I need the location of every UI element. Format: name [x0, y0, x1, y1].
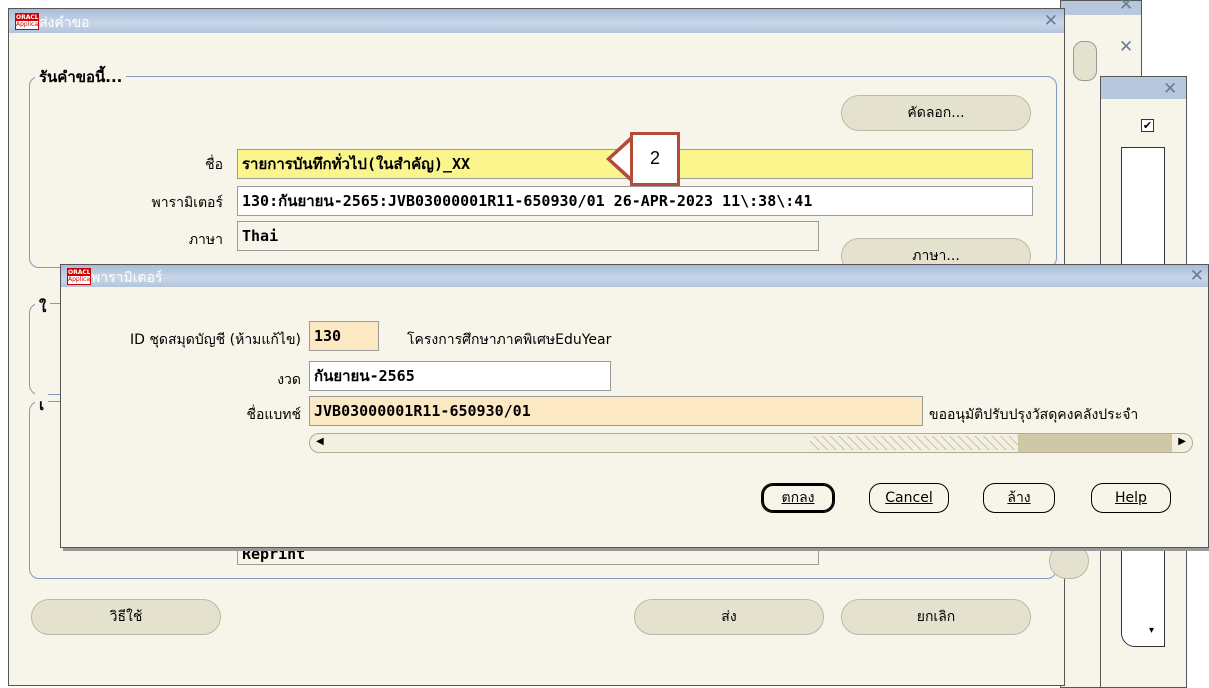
copy-button[interactable]: คัดลอก... — [841, 95, 1031, 131]
submit-button[interactable]: ส่ง — [634, 599, 824, 635]
help-button[interactable]: วิธีใช้ — [31, 599, 221, 635]
logo-text-bottom: Applications — [68, 276, 91, 283]
parameters-dialog: ORACLE Applications พารามิเตอร์ ✕ ID ชุด… — [60, 264, 1209, 548]
scroll-left-icon[interactable]: ◀ — [316, 436, 324, 447]
group-2-legend: ใ — [35, 295, 51, 319]
params-label: พารามิเตอร์ — [151, 195, 223, 211]
ledger-id-field: 130 — [309, 321, 379, 351]
callout-arrow-inner — [611, 140, 632, 178]
dialog-title: พารามิเตอร์ — [91, 270, 163, 286]
ok-label: ตกลง — [781, 490, 815, 506]
dialog-cancel-button[interactable]: Cancel — [869, 483, 949, 513]
logo-text-top: ORACLE — [68, 269, 91, 276]
close-icon[interactable]: ✕ — [1119, 37, 1133, 57]
group-3-legend: เ — [35, 393, 49, 417]
dialog-title-bar: ORACLE Applications พารามิเตอร์ ✕ — [61, 265, 1208, 287]
run-request-legend: รันคำขอนี้... — [35, 65, 127, 89]
close-icon[interactable]: ✕ — [1190, 266, 1204, 286]
close-icon[interactable]: ✕ — [1163, 79, 1177, 99]
logo-text-top: ORACLE — [16, 14, 39, 21]
chevron-down-icon[interactable]: ▾ — [1149, 625, 1154, 636]
dialog-cancel-label: Cancel — [885, 490, 933, 506]
close-icon[interactable]: ✕ — [1119, 0, 1133, 15]
batch-name-field[interactable]: JVB03000001R11-650930/01 — [309, 396, 923, 426]
ledger-label: ID ชุดสมุดบัญชี (ห้ามแก้ไข) — [130, 332, 301, 348]
batch-label: ชื่อแบทช์ — [246, 407, 301, 423]
clear-button[interactable]: ล้าง — [983, 483, 1055, 513]
oracle-logo: ORACLE Applications — [15, 13, 39, 30]
ledger-description: โครงการศึกษาภาคพิเศษEduYear — [407, 332, 612, 348]
dialog-help-label: Help — [1115, 490, 1147, 506]
ok-button[interactable]: ตกลง — [761, 483, 835, 513]
hidden-button[interactable] — [1049, 543, 1089, 579]
name-label: ชื่อ — [205, 157, 223, 173]
scrollbar-track-filled — [1018, 434, 1172, 452]
params-field[interactable]: 130:กันยายน-2565:JVB03000001R11-650930/0… — [237, 186, 1033, 216]
checkbox[interactable]: ✔ — [1141, 119, 1154, 132]
horizontal-scrollbar[interactable]: ◀ ▶ — [309, 433, 1193, 453]
close-icon[interactable]: ✕ — [1044, 11, 1058, 31]
window-title: ส่งคำขอ — [39, 15, 90, 31]
batch-description: ขออนุมัติปรับปรุงวัสดุคงคลังประจำ — [929, 407, 1139, 423]
period-label: งวด — [277, 372, 301, 388]
callout-badge: 2 — [630, 132, 680, 186]
clear-label: ล้าง — [1007, 490, 1031, 506]
period-field[interactable]: กันยายน-2565 — [309, 361, 611, 391]
background-panel — [1073, 41, 1097, 81]
logo-text-bottom: Applications — [16, 21, 39, 28]
language-field: Thai — [237, 221, 819, 251]
title-bar: ORACLE Applications ส่งคำขอ ✕ — [9, 9, 1064, 33]
scroll-right-icon[interactable]: ▶ — [1178, 436, 1186, 447]
oracle-logo: ORACLE Applications — [67, 268, 91, 285]
language-label: ภาษา — [188, 232, 223, 248]
dialog-help-button[interactable]: Help — [1091, 483, 1171, 513]
scrollbar-thumb[interactable] — [810, 436, 1048, 450]
cancel-button[interactable]: ยกเลิก — [841, 599, 1031, 635]
